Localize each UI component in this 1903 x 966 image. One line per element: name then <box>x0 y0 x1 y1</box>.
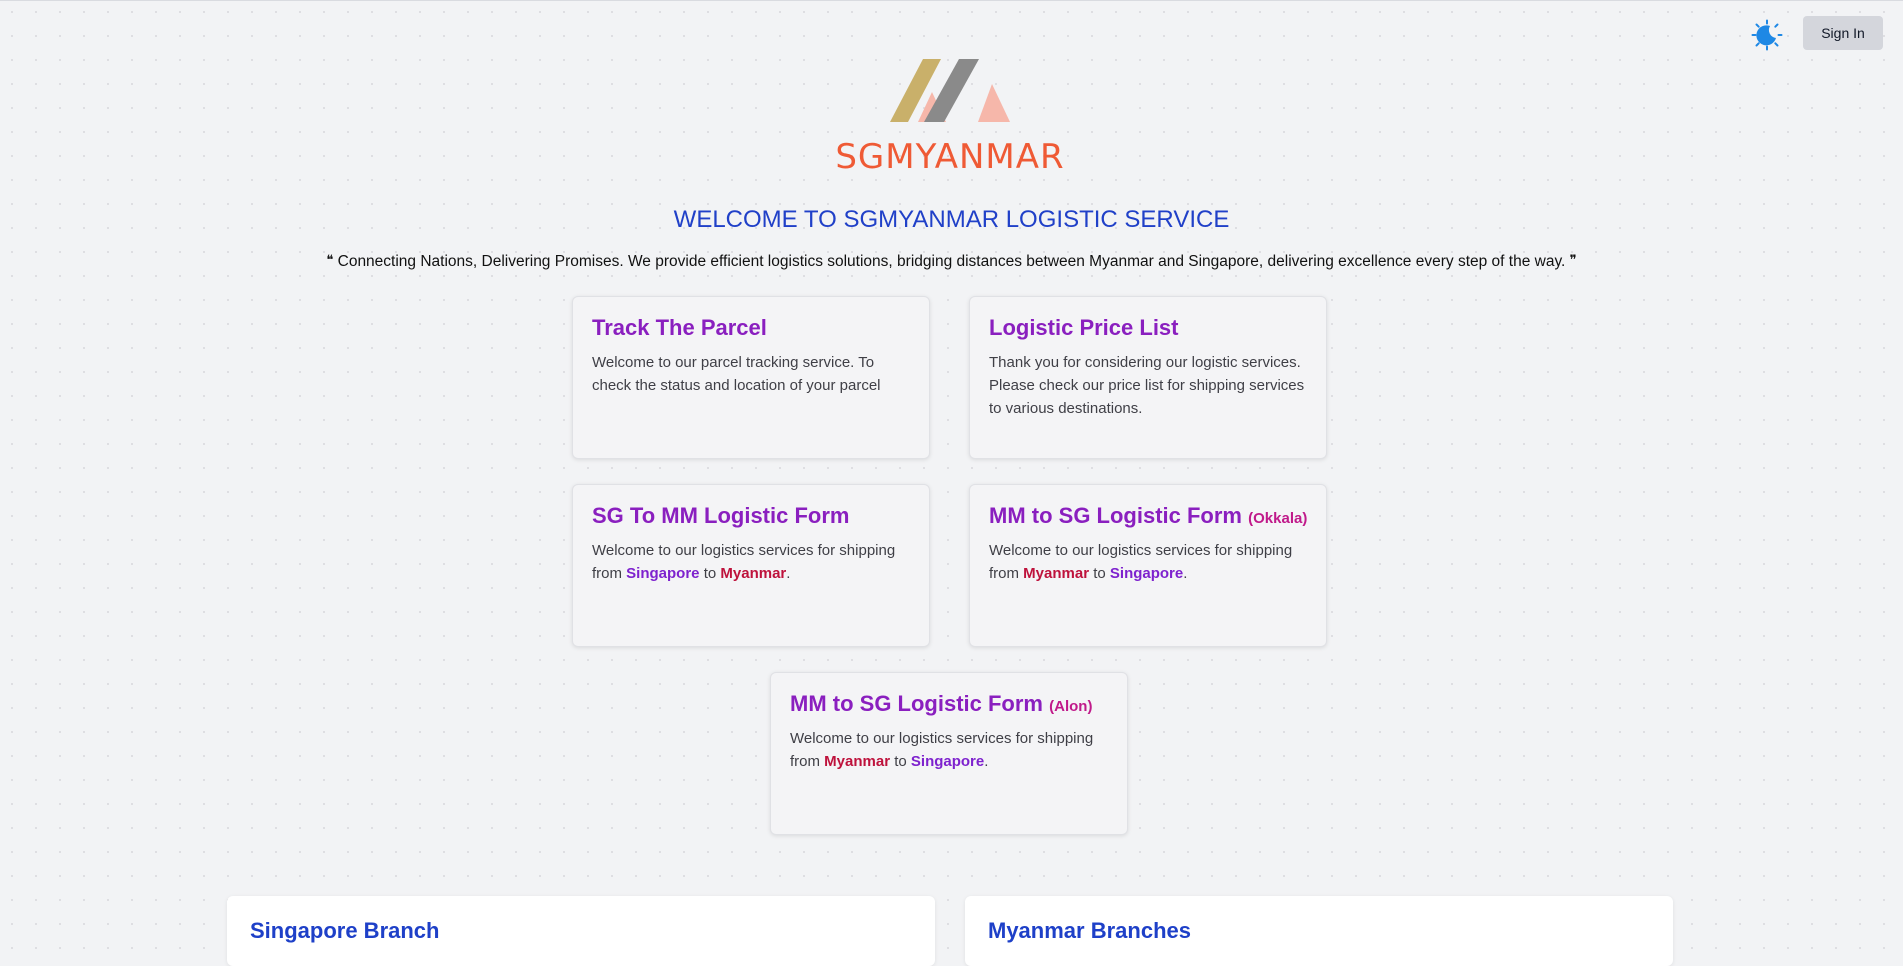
theme-toggle-button[interactable] <box>1748 18 1786 56</box>
desc-to: to <box>890 753 911 770</box>
card-location: (Okkala) <box>1248 510 1308 527</box>
origin-country: Myanmar <box>824 753 891 770</box>
open-quote-icon: ❝ <box>326 252 334 267</box>
destination-country: Singapore <box>1109 565 1184 582</box>
myanmar-branches-panel: Myanmar Branches <box>965 896 1673 966</box>
card-description: Welcome to our parcel tracking service. … <box>592 354 881 394</box>
sg-to-mm-form-card[interactable]: SG To MM Logistic Form Welcome to our lo… <box>572 484 930 647</box>
card-title: Track The Parcel <box>592 315 767 340</box>
mm-to-sg-okkala-form-card[interactable]: MM to SG Logistic Form (Okkala) Welcome … <box>969 484 1327 647</box>
card-description: Welcome to our logistics services for sh… <box>989 539 1307 585</box>
singapore-branch-panel: Singapore Branch <box>227 896 935 966</box>
top-divider <box>0 0 1903 1</box>
card-title: SG To MM Logistic Form <box>592 503 850 528</box>
card-description: Welcome to our logistics services for sh… <box>790 727 1108 773</box>
moon-sun-icon <box>1751 19 1783 56</box>
card-title-text: MM to SG Logistic Form <box>790 691 1043 716</box>
destination-country: Singapore <box>910 753 985 770</box>
brand-logo: SGMYANMAR <box>820 55 1080 180</box>
close-quote-icon: ❞ <box>1569 252 1577 267</box>
branch-heading: Singapore Branch <box>250 918 440 943</box>
track-parcel-card[interactable]: Track The Parcel Welcome to our parcel t… <box>572 296 930 459</box>
card-title: Logistic Price List <box>989 315 1179 340</box>
card-location: (Alon) <box>1049 698 1093 715</box>
destination-country: Myanmar <box>720 565 787 582</box>
card-title: MM to SG Logistic Form (Alon) <box>790 691 1108 717</box>
origin-country: Singapore <box>626 565 700 582</box>
card-description: Welcome to our logistics services for sh… <box>592 539 910 585</box>
price-list-card[interactable]: Logistic Price List Thank you for consid… <box>969 296 1327 459</box>
desc-to: to <box>1089 565 1110 582</box>
sign-in-button[interactable]: Sign In <box>1803 16 1883 50</box>
page-title: WELCOME TO SGMYANMAR LOGISTIC SERVICE <box>673 206 1230 233</box>
desc-end: . <box>1183 565 1188 582</box>
card-description: Thank you for considering our logistic s… <box>989 354 1305 417</box>
brand-name: SGMYANMAR <box>835 137 1065 177</box>
branch-heading: Myanmar Branches <box>988 918 1191 943</box>
origin-country: Myanmar <box>1023 565 1090 582</box>
desc-end: . <box>984 753 989 770</box>
desc-end: . <box>786 565 791 582</box>
card-title-text: MM to SG Logistic Form <box>989 503 1242 528</box>
desc-to: to <box>699 565 721 582</box>
mm-to-sg-alon-form-card[interactable]: MM to SG Logistic Form (Alon) Welcome to… <box>770 672 1128 835</box>
tagline-text: Connecting Nations, Delivering Promises.… <box>337 253 1566 270</box>
tagline: ❝ Connecting Nations, Delivering Promise… <box>0 252 1903 271</box>
logo-mark <box>890 59 1010 122</box>
card-title: MM to SG Logistic Form (Okkala) <box>989 503 1307 529</box>
